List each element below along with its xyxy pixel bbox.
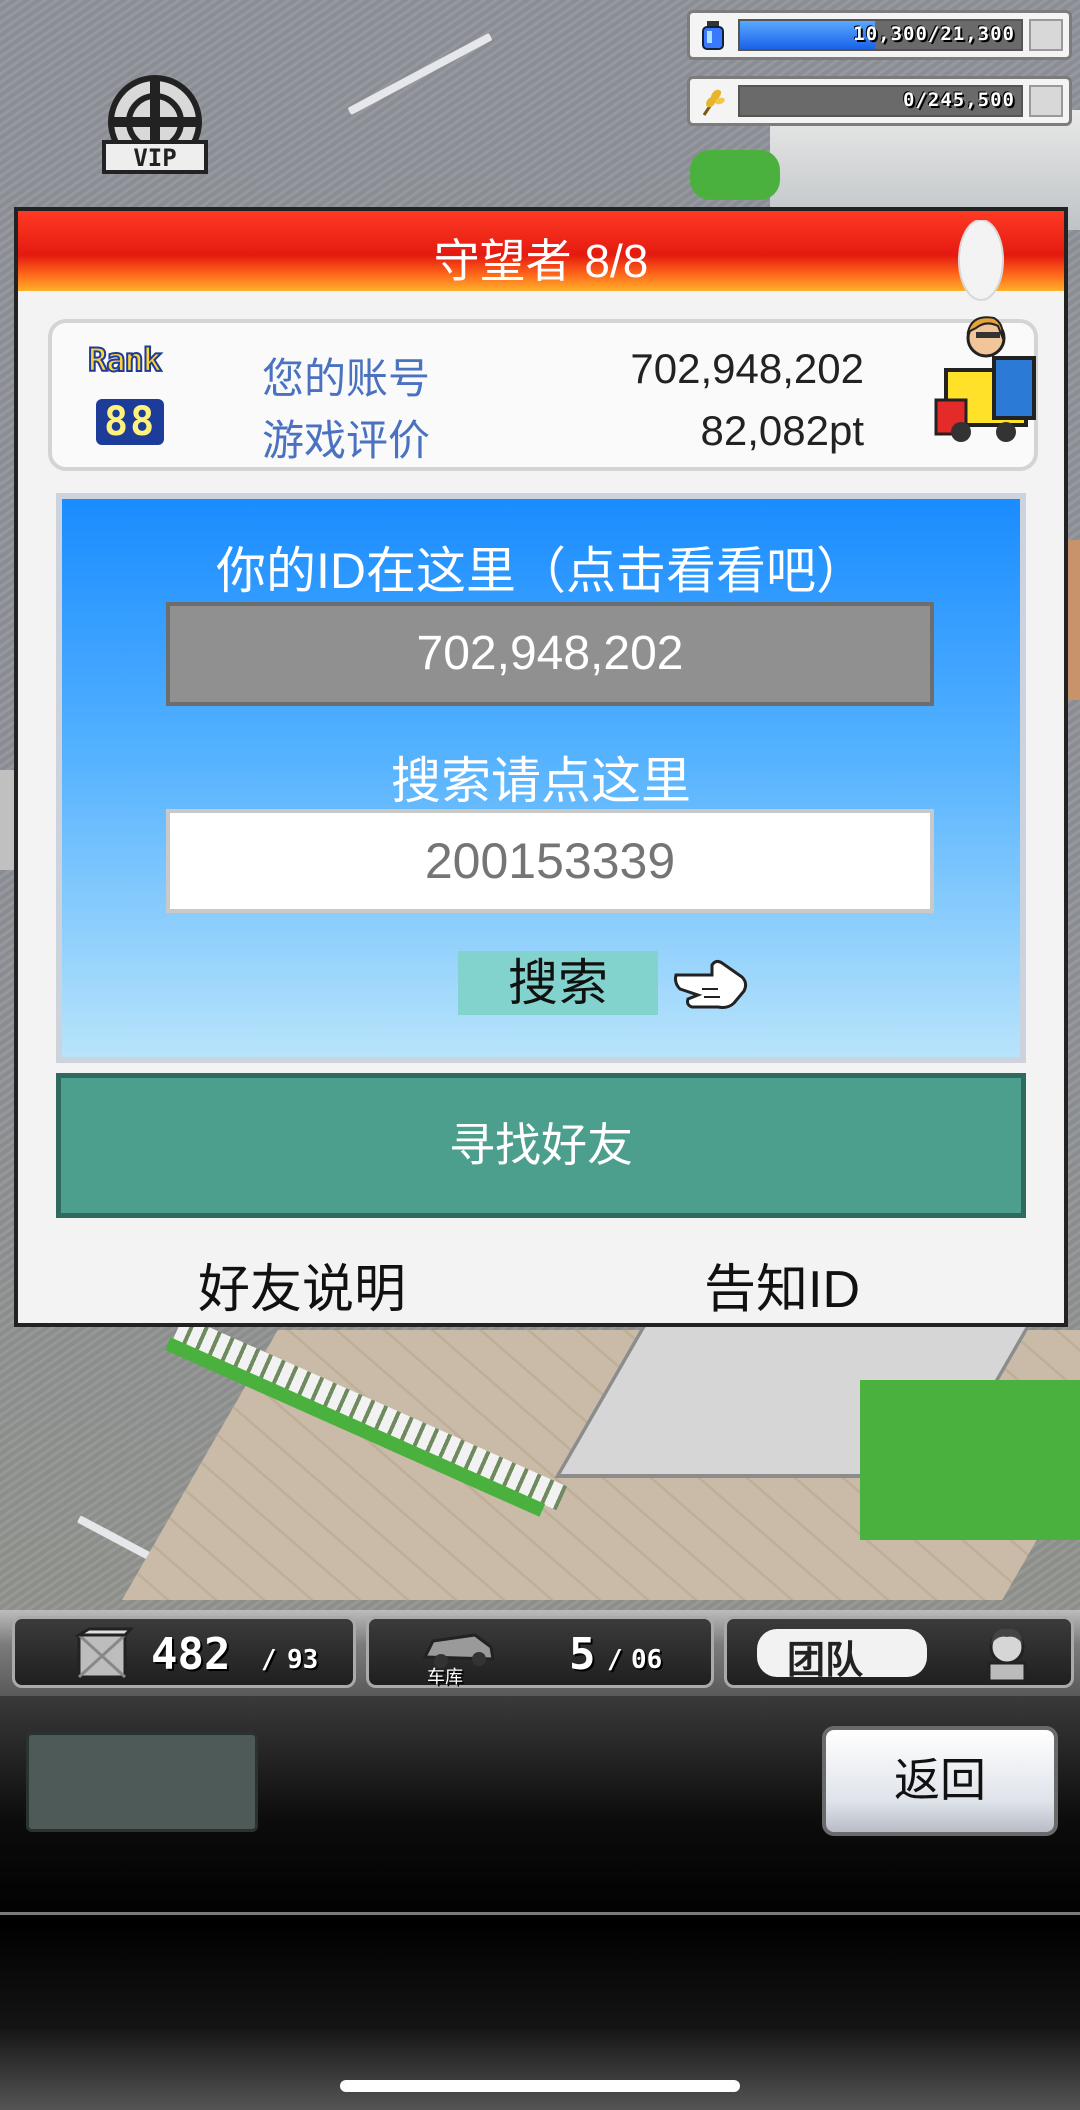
harvest-value: 0/245,500 (903, 89, 1015, 111)
team-label: 团队 (787, 1638, 864, 1682)
back-button[interactable]: 返回 (822, 1726, 1058, 1836)
wheat-icon (702, 89, 725, 116)
rank-number: 88 (96, 399, 165, 445)
my-id-box[interactable]: 702,948,202 (166, 602, 934, 706)
garage-counter[interactable]: 车库 5 / 06 (366, 1616, 714, 1688)
bottom-toolbar: 返回 (0, 1696, 1080, 2110)
find-friends-button[interactable]: 寻找好友 (56, 1073, 1026, 1218)
harvest-resource-bar[interactable]: 0/245,500 (687, 76, 1072, 126)
crate-icon (75, 1627, 133, 1679)
energy-add-button[interactable] (1029, 19, 1063, 51)
menu-slot-button[interactable] (26, 1732, 258, 1832)
rating-label: 游戏评价 (262, 417, 431, 464)
status-bar: 482 / 93 车库 5 / 06 团队 (0, 1610, 1080, 1696)
team-button[interactable]: 团队 (724, 1616, 1074, 1688)
svg-text:VIP: VIP (133, 144, 176, 172)
vip-wheel-icon: VIP (102, 75, 208, 174)
train-character-avatar (934, 220, 1036, 442)
rating-value: 82,082pt (700, 407, 865, 454)
account-label: 您的账号 (262, 355, 431, 402)
id-hint: 你的ID在这里（点击看看吧） (216, 543, 866, 599)
rank-label: Rank (87, 340, 163, 380)
garage-count: 5 (569, 1629, 596, 1680)
search-button[interactable]: 搜索 (458, 951, 658, 1015)
friend-search-panel: 你的ID在这里（点击看看吧） 702,948,202 搜索请点这里 搜索 (56, 493, 1026, 1063)
pointing-hand-icon (674, 959, 748, 1009)
energy-progress: 10,300/21,300 (738, 19, 1023, 51)
account-value: 702,948,202 (630, 345, 864, 392)
garage-label: 车库 (427, 1667, 463, 1688)
energy-resource-bar[interactable]: 10,300/21,300 (687, 10, 1072, 60)
garage-max: 06 (631, 1645, 663, 1675)
home-indicator[interactable] (340, 2080, 740, 2092)
harvest-add-button[interactable] (1029, 85, 1063, 117)
account-info-panel: Rank 88 您的账号 702,948,202 游戏评价 82,082pt (48, 319, 1038, 471)
search-hint: 搜索请点这里 (391, 753, 691, 809)
energy-bottle-icon (702, 21, 724, 50)
harvest-progress: 0/245,500 (738, 85, 1023, 117)
notify-id-link[interactable]: 告知ID (704, 1247, 860, 1322)
friend-id-search-input[interactable] (166, 809, 934, 913)
crate-counter[interactable]: 482 / 93 (12, 1616, 356, 1688)
crate-max: 93 (287, 1645, 319, 1675)
team-member-icon (987, 1628, 1027, 1683)
vip-badge[interactable]: VIP (100, 72, 210, 177)
energy-value: 10,300/21,300 (853, 23, 1015, 45)
crate-count: 482 (151, 1629, 231, 1680)
friend-help-link[interactable]: 好友说明 (198, 1247, 406, 1322)
